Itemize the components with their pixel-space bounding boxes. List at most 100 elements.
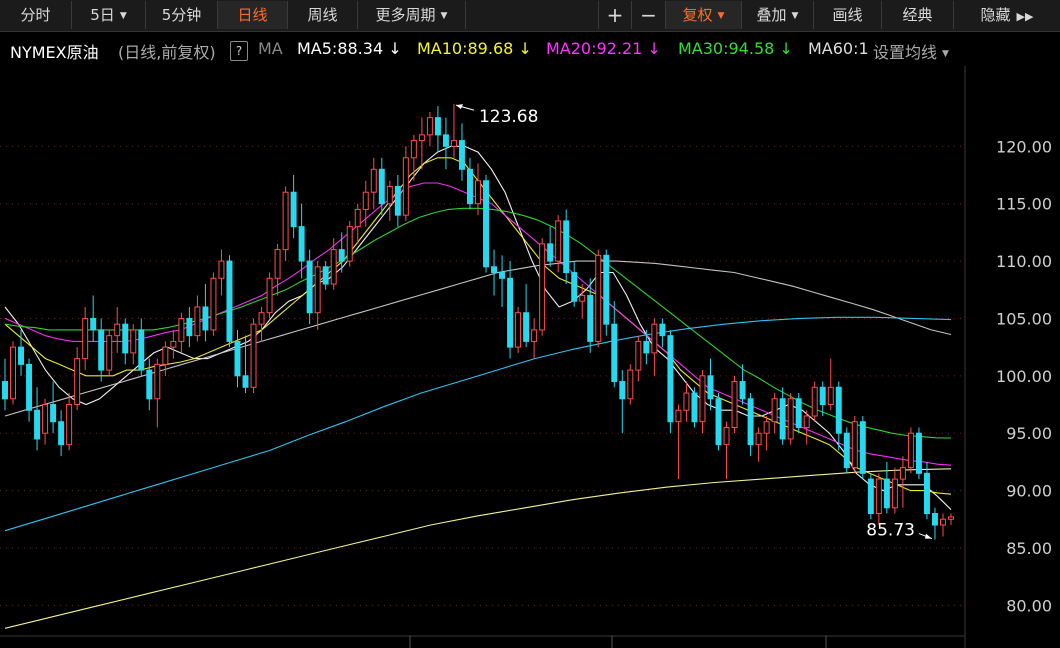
candle-up: [635, 335, 642, 382]
candle-body: [948, 516, 954, 520]
candle-up: [651, 318, 658, 376]
ma-label: MA: [258, 39, 283, 58]
ma-settings-button[interactable]: 设置均线 ▼: [873, 39, 949, 63]
candle-down: [931, 507, 938, 540]
candle-body: [354, 208, 361, 228]
candle-up: [42, 398, 49, 445]
candle-body: [667, 335, 674, 423]
candle-down: [290, 175, 297, 239]
candle-body: [386, 185, 393, 205]
candle-body: [418, 134, 425, 142]
classic-button[interactable]: 经典: [882, 1, 954, 29]
candle-body: [563, 220, 570, 274]
adjust-button[interactable]: 复权 ▼: [666, 1, 742, 29]
candle-down: [523, 284, 530, 348]
hide-button[interactable]: 隐藏 ▶▶: [954, 1, 1060, 29]
candle-body: [50, 404, 57, 423]
candle-body: [611, 323, 618, 383]
caret-down-icon: ▼: [717, 11, 725, 21]
candle-down: [795, 393, 802, 434]
candle-up: [475, 163, 481, 216]
candle-up: [194, 295, 201, 342]
candle-up: [948, 513, 954, 525]
candle-body: [803, 415, 810, 428]
candle-body: [587, 294, 594, 342]
candle-body: [619, 381, 626, 400]
tab-intraday[interactable]: 分时: [0, 1, 72, 29]
tab-5day[interactable]: 5日 ▼: [72, 1, 146, 29]
candle-body: [691, 392, 698, 423]
candle-up: [66, 393, 73, 451]
candle-down: [483, 175, 490, 273]
instrument-name: NYMEX原油: [10, 43, 99, 62]
candle-body: [90, 317, 97, 331]
candle-body: [531, 329, 538, 342]
candle-body: [410, 140, 417, 159]
candle-body: [434, 117, 441, 136]
candle-down: [226, 255, 233, 348]
candle-body: [523, 312, 530, 342]
candle-body: [787, 398, 794, 440]
candle-down: [499, 255, 506, 307]
ma20-text: MA20:92.21: [546, 39, 643, 58]
candle-down: [843, 427, 850, 474]
candle-down: [242, 335, 249, 394]
candle-body: [346, 226, 353, 262]
indicator-legend: NYMEX原油 (日线,前复权) ? MA MA5:88.34 ↓ MA10:8…: [0, 32, 965, 66]
candle-up: [370, 157, 377, 210]
candle-up: [346, 220, 353, 267]
candle-down: [458, 123, 465, 181]
adjust-label: 复权: [682, 6, 713, 24]
candle-body: [314, 266, 321, 314]
candle-up: [627, 364, 634, 405]
candle-up: [386, 180, 393, 221]
candle-body: [939, 518, 946, 526]
tab-weekly[interactable]: 周线: [288, 1, 358, 29]
candle-body: [106, 335, 113, 371]
overlay-button[interactable]: 叠加 ▼: [742, 1, 814, 29]
candle-body: [74, 358, 81, 406]
arrow-down-icon: ↓: [779, 39, 793, 58]
candle-body: [659, 323, 666, 337]
zoom-out-button[interactable]: −: [632, 1, 666, 29]
candle-body: [731, 381, 738, 428]
candle-up: [907, 427, 914, 474]
candle-body: [651, 323, 658, 354]
candle-down: [563, 209, 570, 285]
candle-up: [170, 329, 177, 359]
candle-down: [859, 415, 866, 480]
arrow-down-icon: ↓: [388, 39, 402, 58]
candle-up: [851, 415, 858, 474]
help-glyph: ?: [230, 41, 248, 61]
candle-body: [258, 312, 265, 325]
draw-line-button[interactable]: 画线: [814, 1, 882, 29]
candle-body: [330, 249, 337, 285]
tab-5min[interactable]: 5分钟: [146, 1, 218, 29]
candle-body: [178, 317, 185, 342]
help-icon[interactable]: ?: [230, 40, 248, 61]
candle-body: [819, 386, 826, 406]
candle-down: [603, 249, 610, 336]
candlestick-chart[interactable]: 120.00 115.00 110.00 105.00 100.00 95.00 90.00…: [0, 66, 1060, 648]
candle-body: [723, 426, 730, 446]
tab-more-periods[interactable]: 更多周期 ▼: [358, 1, 466, 29]
caret-down-icon: ▼: [440, 11, 448, 21]
minus-icon: −: [640, 3, 657, 27]
candle-body: [114, 323, 121, 337]
candle-up: [114, 306, 121, 353]
zoom-in-button[interactable]: +: [598, 1, 632, 29]
candle-up: [763, 415, 770, 451]
candle-down: [779, 387, 786, 445]
candle-body: [915, 432, 922, 474]
candle-body: [603, 254, 610, 325]
candle-body: [715, 398, 722, 446]
candle-down: [186, 306, 193, 348]
tab-label: 5日: [90, 6, 115, 24]
candle-down: [507, 261, 514, 359]
y-tick-label: 115.00: [996, 195, 1052, 214]
candle-body: [450, 140, 457, 147]
candle-down: [667, 329, 674, 434]
arrow-down-icon: ↓: [647, 39, 661, 58]
tab-daily[interactable]: 日线: [218, 1, 288, 29]
candle-up: [130, 324, 137, 365]
